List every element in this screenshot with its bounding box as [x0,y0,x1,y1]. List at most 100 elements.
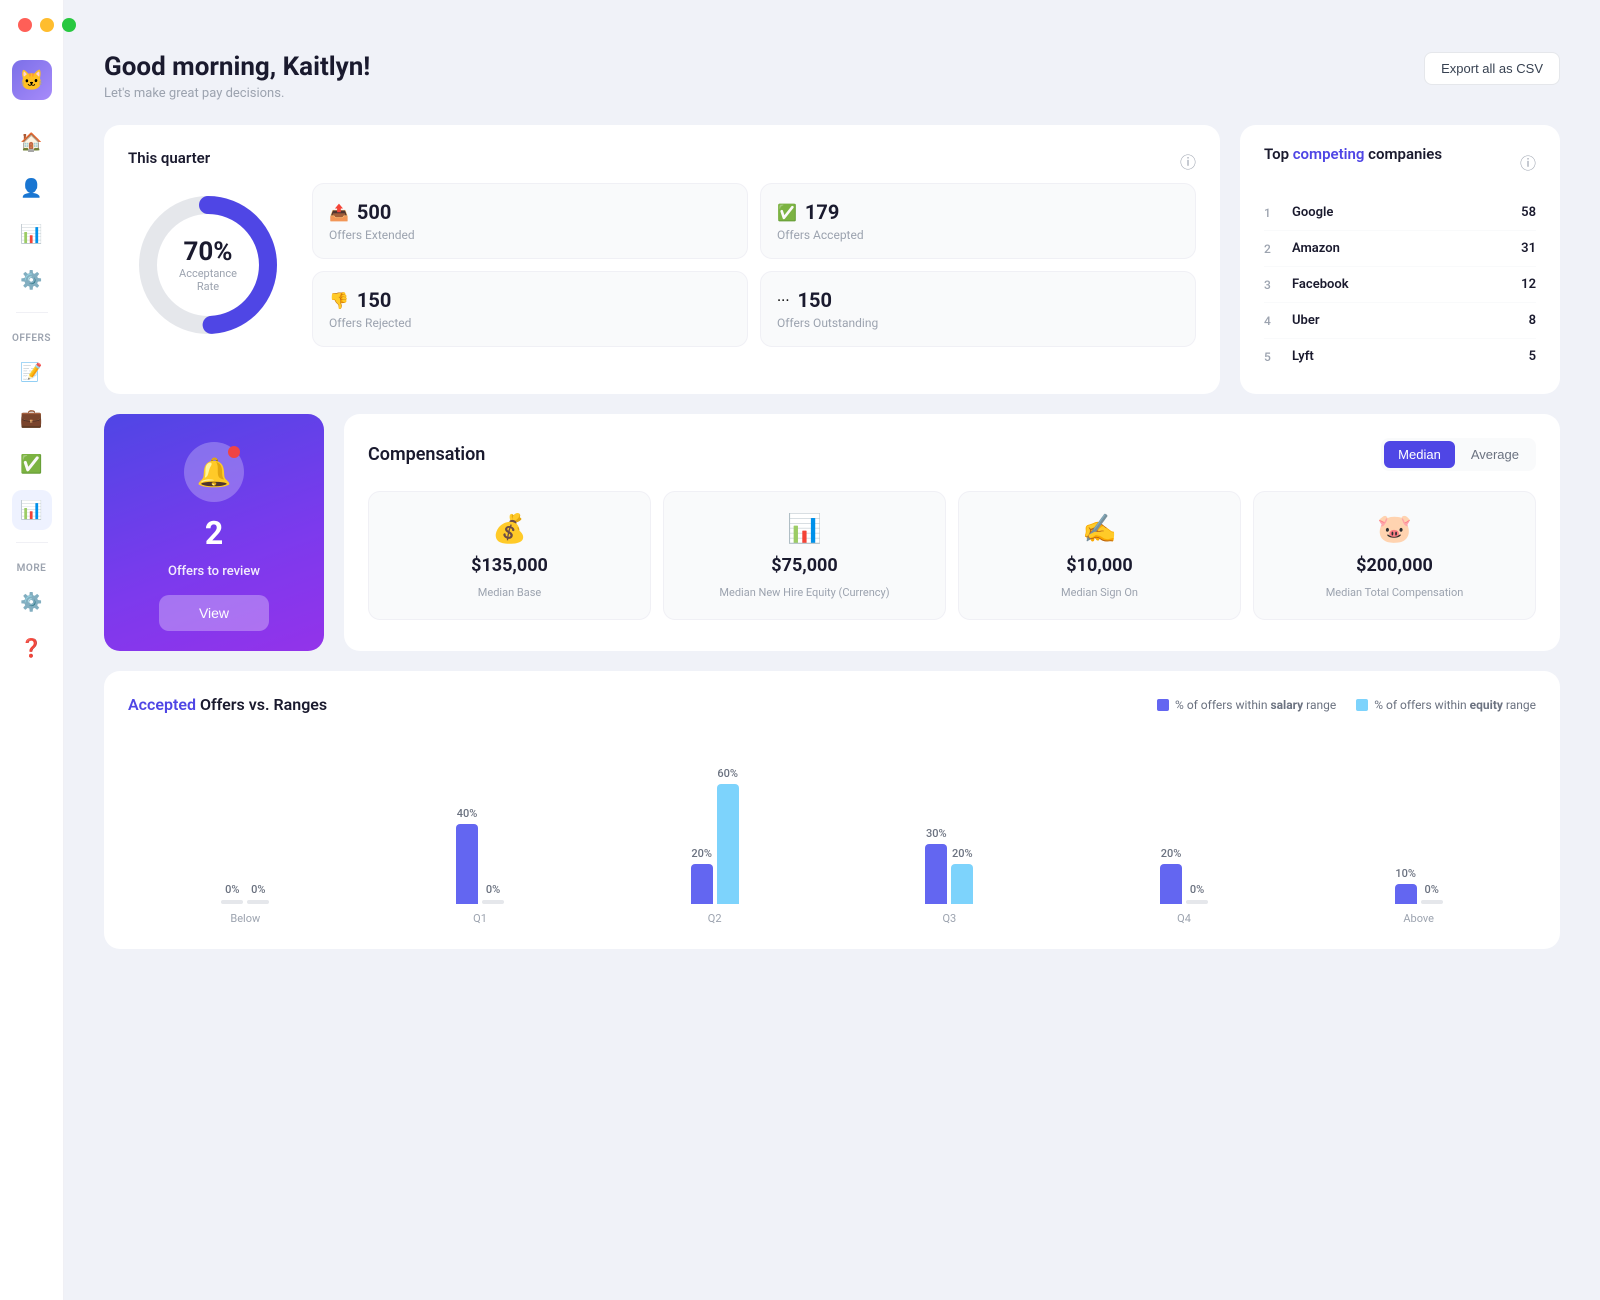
sidebar-item-settings[interactable]: ⚙️ [12,582,52,622]
sidebar-item-gear[interactable]: ⚙️ [12,260,52,300]
company-count: 5 [1529,349,1536,364]
sidebar-item-analytics[interactable]: 📊 [12,214,52,254]
company-count: 12 [1521,277,1536,292]
donut-center: 70% Acceptance Rate [168,237,248,293]
company-name: Amazon [1292,241,1521,256]
avatar[interactable]: 🐱 [12,60,52,100]
stat-box-outstanding: ··· 150 Offers Outstanding [760,271,1196,347]
bar-group: 20% 60% Q2 [597,754,832,925]
sidebar-offers-label: OFFERS [12,333,51,344]
sidebar-item-offerlist[interactable]: 📝 [12,352,52,392]
company-count: 58 [1521,205,1536,220]
bell-icon: 🔔 [197,456,232,489]
info-icon[interactable]: ⓘ [1180,149,1196,173]
company-rank: 3 [1264,278,1284,292]
maximize-button[interactable] [62,18,76,32]
bar-x-label: Q3 [942,912,956,925]
donut-chart: 70% Acceptance Rate [128,185,288,345]
bar-blue-empty [221,900,243,904]
offers-outstanding-value: 150 [798,288,832,312]
company-rank: 4 [1264,314,1284,328]
company-row: 2 Amazon 31 [1264,231,1536,267]
bar-x-label: Q1 [473,912,487,925]
offers-review-label: Offers to review [168,564,260,579]
sidebar-item-home[interactable]: 🏠 [12,122,52,162]
offers-accepted-value: 179 [805,200,839,224]
comp-toggle: Median Average [1381,438,1536,471]
bar-chart: 0% 0% Below 40% 0% [128,734,1536,925]
export-csv-button[interactable]: Export all as CSV [1424,52,1560,85]
comp-signon: ✍️ $10,000 Median Sign On [958,491,1241,620]
header-text: Good morning, Kaitlyn! Let's make great … [104,52,370,101]
sidebar-more-label: MORE [17,563,47,574]
stats-grid: 📤 500 Offers Extended ✅ 179 Offers Accep… [312,183,1196,347]
offers-rejected-value: 150 [357,288,391,312]
toggle-median-btn[interactable]: Median [1384,441,1455,468]
window-controls [18,18,76,32]
bar-group: 40% 0% Q1 [363,754,598,925]
stat-box-extended: 📤 500 Offers Extended [312,183,748,259]
bar-blue-label: 20% [1161,847,1182,860]
company-name: Lyft [1292,349,1529,364]
sidebar: 🐱 🏠 👤 📊 ⚙️ OFFERS 📝 💼 ✅ 📊 MORE ⚙️ ❓ [0,0,64,1300]
sidebar-item-help[interactable]: ❓ [12,628,52,668]
legend-equity-text: % of offers within equity range [1374,698,1536,712]
bar-light [951,864,973,904]
comp-signon-value: $10,000 [1066,555,1132,576]
chart-title-rest: Offers vs. Ranges [200,695,327,714]
bar-blue [1160,864,1182,904]
bar-light-label: 60% [717,767,738,780]
offers-review-number: 2 [205,514,223,552]
bar-light-label: 20% [952,847,973,860]
comp-equity-value: $75,000 [771,555,837,576]
bar-blue-label: 20% [691,847,712,860]
comp-total-value: $200,000 [1356,555,1433,576]
bar-light-label: 0% [251,883,265,896]
minimize-button[interactable] [40,18,54,32]
acceptance-rate-label: Acceptance Rate [168,267,248,293]
companies-info-icon[interactable]: ⓘ [1520,150,1536,174]
top-grid: This quarter ⓘ 70% Acceptance Rate [104,125,1560,394]
sidebar-item-dashboard[interactable]: 📊 [12,490,52,530]
close-button[interactable] [18,18,32,32]
sidebar-item-reports[interactable]: 👤 [12,168,52,208]
sidebar-item-offerbag[interactable]: 💼 [12,398,52,438]
page-title: Good morning, Kaitlyn! [104,52,370,82]
sidebar-divider [16,312,48,313]
stat-box-accepted: ✅ 179 Offers Accepted [760,183,1196,259]
companies-card: Top competing companies ⓘ 1 Google 58 2 … [1240,125,1560,394]
bar-light-empty [1421,900,1443,904]
company-name: Facebook [1292,277,1521,292]
offers-rejected-label: Offers Rejected [329,316,731,330]
companies-title-highlight: competing [1293,145,1365,163]
company-count: 31 [1521,241,1536,256]
bar-blue-label: 0% [225,883,239,896]
bar-light-empty [247,900,269,904]
companies-title-end: companies [1364,145,1442,163]
toggle-average-btn[interactable]: Average [1457,441,1533,468]
company-rank: 5 [1264,350,1284,364]
view-offers-button[interactable]: View [159,595,269,631]
page-subtitle: Let's make great pay decisions. [104,86,370,101]
sidebar-item-offercheck[interactable]: ✅ [12,444,52,484]
legend-salary-text: % of offers within salary range [1175,698,1336,712]
main-content: Good morning, Kaitlyn! Let's make great … [64,0,1600,1300]
comp-total: 🐷 $200,000 Median Total Compensation [1253,491,1536,620]
legend-salary: % of offers within salary range [1157,698,1336,712]
companies-title: Top competing companies [1264,145,1442,163]
comp-equity: 📊 $75,000 Median New Hire Equity (Curren… [663,491,946,620]
legend-equity: % of offers within equity range [1356,698,1536,712]
comp-total-desc: Median Total Compensation [1326,586,1464,599]
page-header: Good morning, Kaitlyn! Let's make great … [104,52,1560,101]
bar-blue-label: 10% [1395,867,1416,880]
thumbsdown-icon: 👎 [329,291,349,310]
bar-blue [1395,884,1417,904]
bar-light-label: 0% [1190,883,1204,896]
notification-badge [228,446,240,458]
company-name: Uber [1292,313,1529,328]
bar-light-label: 0% [1425,883,1439,896]
company-row: 1 Google 58 [1264,195,1536,231]
comp-base-value: $135,000 [471,555,548,576]
comp-grid: 💰 $135,000 Median Base 📊 $75,000 Median … [368,491,1536,620]
compensation-card: Compensation Median Average 💰 $135,000 M… [344,414,1560,651]
